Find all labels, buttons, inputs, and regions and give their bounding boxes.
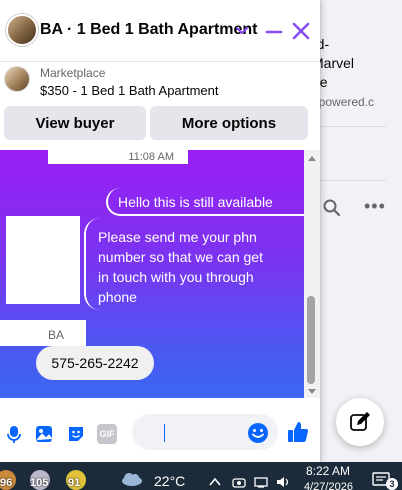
compose-icon (350, 412, 370, 431)
thumbs-up-icon[interactable] (286, 420, 310, 444)
listing-thumbnail (4, 66, 30, 92)
more-options-button[interactable]: More options (150, 106, 308, 140)
chevron-down-icon[interactable] (234, 20, 250, 40)
camera-icon[interactable] (232, 476, 246, 488)
chat-title[interactable]: BA · 1 Bed 1 Bath Apartment (40, 21, 258, 39)
photo-icon[interactable] (34, 424, 54, 444)
message-timestamp: 11:08 AM (48, 150, 188, 164)
chat-header[interactable]: BA · 1 Bed 1 Bath Apartment (0, 0, 320, 62)
volume-icon[interactable] (276, 476, 290, 488)
network-icon[interactable] (254, 476, 268, 488)
taskbar: 96 105 91 22°C 8:22 AM 4/27/2026 3 (0, 462, 402, 490)
sent-message[interactable]: Hello this is still available (106, 188, 304, 216)
search-icon[interactable] (322, 198, 342, 218)
clock-time[interactable]: 8:22 AM (306, 464, 350, 478)
more-options-icon[interactable]: ••• (364, 196, 386, 217)
view-buyer-button[interactable]: View buyer (4, 106, 146, 140)
message-list: 11:08 AM Hello this is still available P… (0, 150, 304, 398)
chevron-up-icon[interactable] (208, 476, 222, 488)
cloud-icon[interactable] (120, 472, 144, 486)
bg-text-muted: npowered.c (312, 95, 375, 109)
close-icon[interactable] (290, 20, 312, 42)
scroll-up-arrow[interactable] (308, 156, 316, 161)
taskbar-badge: 91 (68, 477, 81, 489)
sticker-icon[interactable] (66, 424, 86, 444)
taskbar-badge: 96 (0, 477, 13, 489)
emoji-icon[interactable] (247, 422, 269, 444)
taskbar-badge: 105 (30, 477, 49, 489)
listing-title: $350 - 1 Bed 1 Bath Apartment (40, 83, 219, 98)
listing-label: Marketplace (40, 66, 106, 80)
new-message-button[interactable] (336, 398, 384, 446)
minimize-icon[interactable] (264, 22, 284, 42)
sent-message[interactable]: Please send me your phn number so that w… (84, 218, 280, 310)
avatar[interactable] (6, 14, 38, 46)
message-placeholder (6, 216, 80, 304)
chat-window: BA · 1 Bed 1 Bath Apartment Marketplace … (0, 0, 320, 462)
microphone-icon[interactable] (4, 424, 24, 444)
message-composer: GIF (0, 400, 320, 462)
bg-divider (320, 180, 386, 181)
bg-divider (320, 126, 386, 127)
scrollbar-thumb[interactable] (307, 296, 315, 384)
gif-button[interactable]: GIF (97, 424, 117, 444)
weather-temperature[interactable]: 22°C (154, 473, 185, 489)
received-message[interactable]: 575-265-2242 (36, 346, 154, 380)
scroll-down-arrow[interactable] (308, 389, 316, 394)
text-cursor (164, 424, 165, 442)
sender-name: BA (0, 320, 86, 346)
clock-date[interactable]: 4/27/2026 (304, 481, 353, 490)
notification-count: 3 (386, 478, 398, 490)
marketplace-listing[interactable]: Marketplace $350 - 1 Bed 1 Bath Apartmen… (0, 62, 320, 104)
